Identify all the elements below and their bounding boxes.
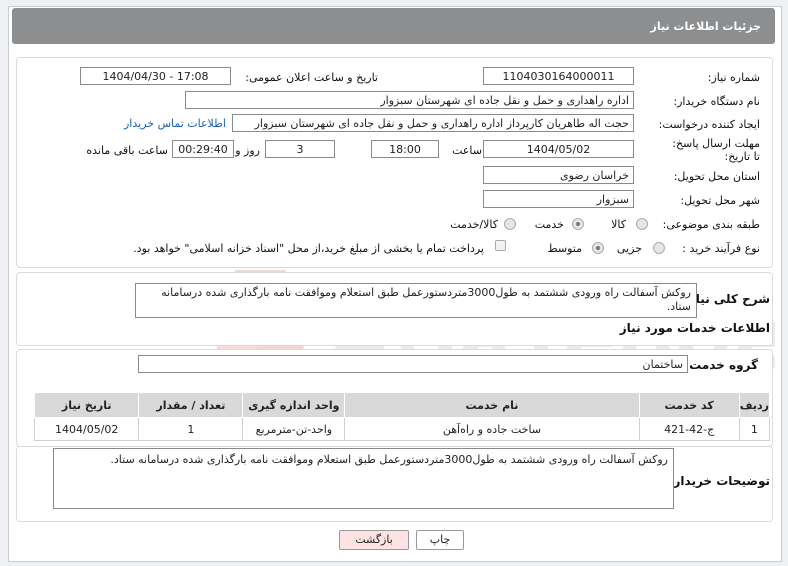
table-row[interactable]: 1 ج-42-421 ساخت جاده و راه‌آهن واحد-تن-م… (33, 417, 771, 441)
process-radio-medium[interactable] (592, 242, 604, 254)
services-table-header: ردیف کد خدمت نام خدمت واحد اندازه گیری ت… (33, 392, 771, 418)
deadline-time-field[interactable]: 18:00 (371, 140, 439, 158)
category-option-service: خدمت (534, 218, 564, 231)
page-title: جزئیات اطلاعات نیاز (650, 20, 762, 33)
category-option-goods: کالا (611, 218, 626, 231)
category-radio-service[interactable] (572, 218, 584, 230)
remaining-days-label: روز و (235, 144, 260, 157)
deadline-time-label: ساعت (452, 144, 482, 157)
col-row: ردیف (738, 392, 771, 418)
services-table: ردیف کد خدمت نام خدمت واحد اندازه گیری ت… (33, 392, 771, 441)
category-radio-goods[interactable] (636, 218, 648, 230)
buyer-notes-label: توضیحات خریدار: (668, 474, 770, 488)
contact-info-link[interactable]: اطلاعات تماس خریدار (124, 117, 226, 130)
process-option-minor: جزیی (616, 242, 642, 255)
cell-code: ج-42-421 (638, 417, 740, 441)
cell-row: 1 (738, 417, 771, 441)
col-qty: تعداد / مقدار (138, 392, 244, 418)
need-info-section (16, 57, 773, 268)
category-option-goods-service: کالا/خدمت (450, 218, 498, 231)
need-number-label: شماره نیاز: (707, 71, 760, 84)
col-unit: واحد اندازه گیری (242, 392, 346, 418)
remaining-time-field[interactable]: 00:29:40 (172, 140, 234, 158)
buyer-notes-textarea[interactable]: روکش آسفالت راه ورودی ششتمد به طول3000مت… (53, 448, 674, 509)
province-label: استان محل تحویل: (673, 170, 760, 183)
services-section-title: اطلاعات خدمات مورد نیاز (619, 321, 770, 335)
process-option-medium: متوسط (547, 242, 582, 255)
announce-date-field[interactable]: 1404/04/30 - 17:08 (80, 67, 231, 85)
treasury-checkbox[interactable] (495, 240, 506, 251)
process-radio-minor[interactable] (653, 242, 665, 254)
payment-note: پرداخت تمام یا بخشی از مبلغ خرید،از محل … (133, 242, 484, 255)
cell-date: 1404/05/02 (33, 417, 140, 441)
col-date: تاریخ نیاز (33, 392, 140, 418)
col-code: کد خدمت (638, 392, 740, 418)
cell-qty: 1 (138, 417, 244, 441)
category-label: طبقه بندی موضوعی: (662, 218, 760, 231)
cell-unit: واحد-تن-مترمربع (242, 417, 346, 441)
remaining-time-label: ساعت باقی مانده (86, 144, 168, 157)
announce-date-label: تاریخ و ساعت اعلان عمومی: (245, 71, 378, 84)
city-field[interactable]: سبزوار (483, 190, 634, 208)
col-name: نام خدمت (344, 392, 640, 418)
city-label: شهر محل تحویل: (680, 194, 760, 207)
remaining-days-field[interactable]: 3 (265, 140, 335, 158)
buyer-org-field[interactable]: اداره راهداری و حمل و نقل جاده ای شهرستا… (185, 91, 634, 109)
creator-label: ایجاد کننده درخواست: (658, 118, 760, 131)
back-button[interactable]: بازگشت (339, 530, 409, 550)
need-number-field[interactable]: 1104030164000011 (483, 67, 634, 85)
service-group-field[interactable]: ساختمان (138, 355, 688, 373)
cell-name: ساخت جاده و راه‌آهن (344, 417, 640, 441)
page-header: جزئیات اطلاعات نیاز (12, 8, 775, 44)
province-field[interactable]: خراسان رضوی (483, 166, 634, 184)
process-label: نوع فرآیند خرید : (682, 242, 760, 255)
deadline-date-field[interactable]: 1404/05/02 (483, 140, 634, 158)
print-button[interactable]: چاپ (416, 530, 464, 550)
deadline-label: مهلت ارسال پاسخ: تا تاریخ: (672, 137, 760, 163)
summary-textarea[interactable]: روکش آسفالت راه ورودی ششتمد به طول3000مت… (135, 283, 697, 318)
category-radio-goods-service[interactable] (504, 218, 516, 230)
buyer-org-label: نام دستگاه خریدار: (673, 95, 760, 108)
service-group-label: گروه خدمت: (684, 358, 758, 372)
creator-field[interactable]: حجت اله طاهریان کارپرداز اداره راهداری و… (232, 114, 634, 132)
